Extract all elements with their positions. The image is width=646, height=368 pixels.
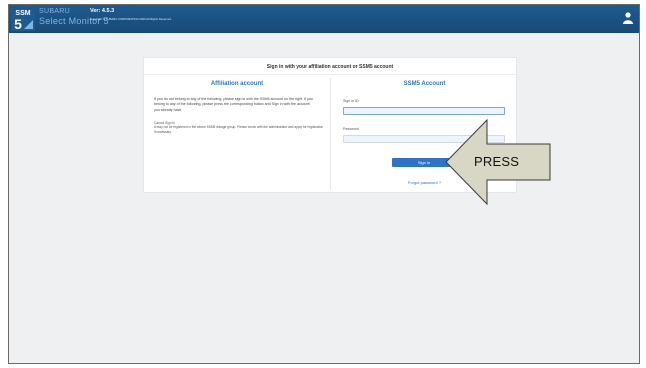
- card-title: Sign in with your affiliation account or…: [266, 64, 394, 70]
- column-divider: [330, 78, 331, 190]
- version-label: Ver: 4.5.3: [90, 8, 115, 14]
- cannot-signin-note: Cannot Sign in It may not be registered …: [154, 121, 324, 134]
- signin-id-label: Sign in ID: [343, 99, 359, 103]
- ssm5-heading: SSM5 Account: [403, 81, 446, 87]
- user-icon[interactable]: [623, 12, 633, 24]
- ssm5-logo: SSM 5: [11, 7, 35, 31]
- affiliation-description: If you do not belong to any of the follo…: [154, 97, 313, 112]
- signin-id-field[interactable]: [343, 107, 505, 115]
- copyright-text: Copyright ® SUBARU CORPORATION 2020 All …: [90, 17, 172, 21]
- cannot-signin-text: It may not be registered in the above SS…: [154, 125, 324, 134]
- brand-line1: SUBARU: [39, 8, 70, 15]
- press-callout-label: PRESS: [474, 154, 520, 169]
- affiliation-heading: Affiliation account: [210, 81, 264, 87]
- top-bar: SSM 5 SUBARU Select Monitor 5 Ver: 4.5.3…: [9, 5, 639, 33]
- password-label: Password: [343, 127, 359, 131]
- logo-text-num: 5: [14, 16, 22, 31]
- title-divider: [144, 74, 516, 75]
